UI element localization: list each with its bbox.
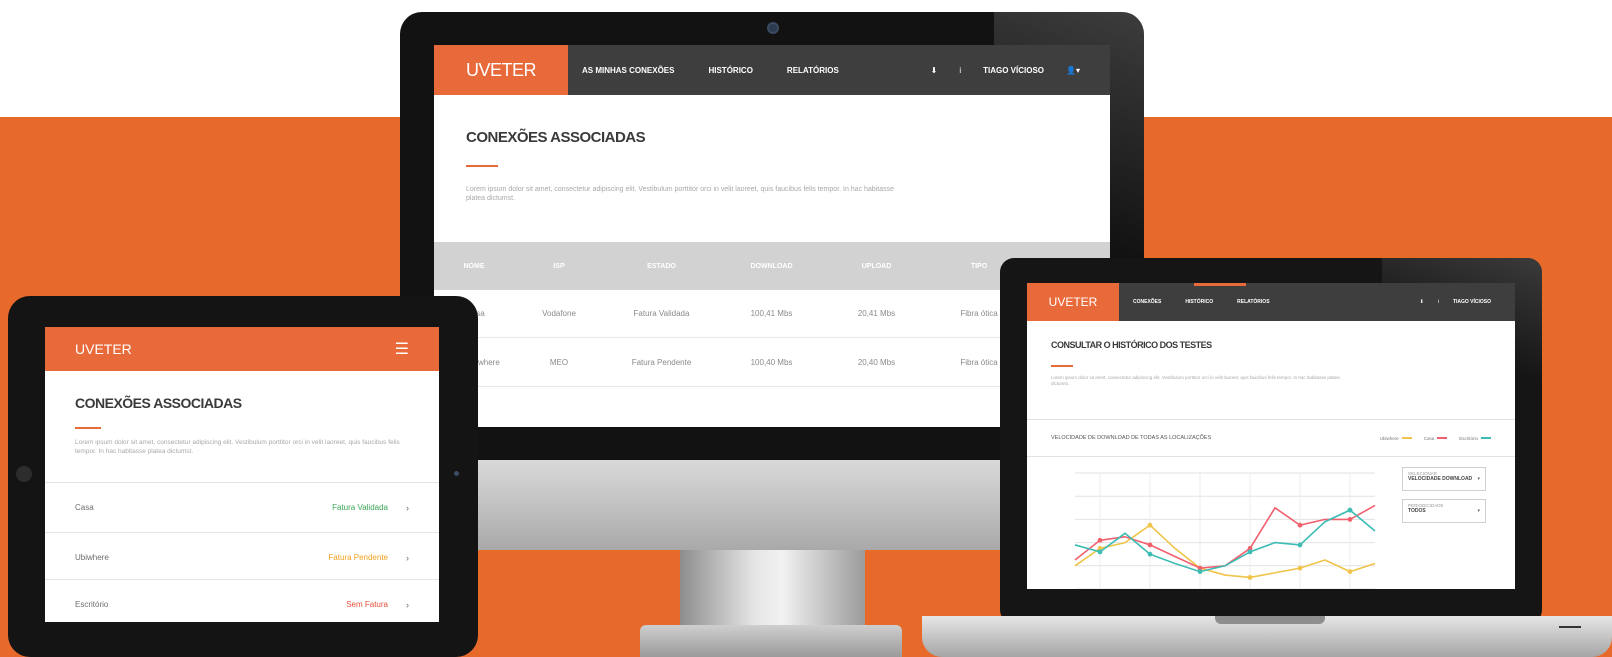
data-point [1147, 551, 1153, 557]
column-header-status[interactable]: ESTADO [604, 263, 719, 270]
column-header-isp[interactable]: ISP [514, 263, 604, 270]
chevron-down-icon: ▾ [1477, 508, 1480, 514]
list-item-status: Sem Fatura [346, 600, 388, 609]
legend-item: Casa [1424, 436, 1448, 441]
laptop-screen: UVETER CONEXÕES HISTÓRICO RELATÓRIOS ⬇ i… [1027, 283, 1515, 589]
menu-item-reports[interactable]: RELATÓRIOS [1237, 299, 1269, 305]
webcam-icon [767, 22, 779, 34]
info-icon[interactable]: i [959, 66, 961, 75]
cell-upload: 20,41 Mbs [857, 309, 896, 318]
title-accent-line [466, 165, 498, 167]
stage: UVETER AS MINHAS CONEXÕES HISTÓRICO RELA… [0, 0, 1612, 657]
list-item-name: Escritório [75, 600, 109, 609]
data-point [1247, 549, 1253, 555]
column-header-upload[interactable]: UPLOAD [824, 263, 929, 270]
column-header-name[interactable]: NOME [434, 263, 514, 270]
page-description: Lorem ipsum dolor sit amet, consectetur … [466, 186, 894, 203]
menu-item-history[interactable]: HISTÓRICO [708, 66, 752, 75]
list-item-status: Fatura Pendente [328, 553, 388, 562]
menu-item-connections[interactable]: CONEXÕES [1133, 299, 1161, 305]
menu-item-history[interactable]: HISTÓRICO [1185, 299, 1213, 305]
data-point [1197, 569, 1203, 574]
info-icon[interactable]: i [1438, 299, 1439, 305]
chevron-right-icon: › [406, 552, 409, 563]
list-item[interactable]: Casa Fatura Validada › [45, 482, 439, 532]
data-point [1347, 569, 1353, 574]
tablet-camera [454, 471, 459, 476]
data-point [1297, 522, 1303, 528]
data-point [1147, 542, 1153, 548]
list-item[interactable]: Ubiwhere Fatura Pendente › [45, 532, 439, 582]
list-item-name: Ubiwhere [75, 553, 109, 562]
laptop-logo[interactable]: UVETER [1027, 283, 1119, 321]
legend-item: Ubiwhere [1380, 436, 1412, 441]
cell-isp: MEO [549, 358, 569, 367]
desktop-nav-right: ⬇ i TIAGO VÍCIOSO 👤▾ [931, 66, 1110, 75]
laptop-page-title: CONSULTAR O HISTÓRICO DOS TESTES [1051, 340, 1212, 350]
download-icon[interactable]: ⬇ [1420, 299, 1424, 305]
tablet-home-button [16, 466, 32, 482]
laptop-page-description: Lorem ipsum dolor sit amet, consectetur … [1051, 375, 1340, 387]
tablet-logo[interactable]: UVETER [75, 341, 132, 357]
download-speed-chart [1074, 472, 1376, 589]
series-line-0 [1074, 524, 1376, 579]
menu-item-reports[interactable]: RELATÓRIOS [787, 66, 839, 75]
column-header-download[interactable]: DOWNLOAD [719, 263, 824, 270]
data-point [1247, 575, 1253, 580]
cell-isp: Vodafone [542, 309, 576, 318]
active-tab-indicator [1194, 283, 1246, 286]
data-point [1097, 537, 1103, 543]
chevron-down-icon: ▾ [1477, 476, 1480, 482]
hamburger-menu-icon[interactable]: ☰ [395, 339, 409, 359]
download-icon[interactable]: ⬇ [931, 66, 938, 75]
legend-item: Escritório [1459, 436, 1491, 441]
data-point [1097, 549, 1103, 555]
data-point [1297, 565, 1303, 571]
chart-header: VELOCIDADE DE DOWNLOAD DE TODAS AS LOCAL… [1027, 419, 1515, 457]
chart-legend: Ubiwhere Casa Escritório [1380, 436, 1491, 441]
data-point [1347, 517, 1353, 522]
chevron-right-icon: › [406, 502, 409, 513]
data-point [1297, 542, 1303, 548]
metric-select[interactable]: SELECIONAR VELOCIDADE DOWNLOAD ▾ [1402, 467, 1486, 491]
cell-status: Fatura Validada [633, 309, 690, 318]
desktop-menu: AS MINHAS CONEXÕES HISTÓRICO RELATÓRIOS [582, 66, 839, 75]
desktop-monitor-base [640, 625, 902, 657]
laptop-notch [1215, 616, 1325, 624]
page-title: CONEXÕES ASSOCIADAS [466, 129, 646, 146]
period-select[interactable]: PERIODICIDADE TODOS ▾ [1402, 499, 1486, 523]
data-point [1347, 507, 1353, 513]
cell-download: 100,40 Mbs [750, 358, 793, 367]
list-item-status: Fatura Validada [332, 503, 388, 512]
list-item-name: Casa [75, 503, 94, 512]
chevron-right-icon: › [406, 599, 409, 610]
laptop-menu: CONEXÕES HISTÓRICO RELATÓRIOS [1133, 299, 1270, 305]
chart-title: VELOCIDADE DE DOWNLOAD DE TODAS AS LOCAL… [1051, 435, 1212, 441]
tablet-navbar: UVETER ☰ [45, 327, 439, 371]
list-item[interactable]: Escritório Sem Fatura › [45, 579, 439, 622]
user-icon[interactable]: 👤▾ [1066, 66, 1080, 75]
menu-item-connections[interactable]: AS MINHAS CONEXÕES [582, 66, 674, 75]
data-point [1147, 522, 1153, 528]
desktop-navbar: UVETER AS MINHAS CONEXÕES HISTÓRICO RELA… [434, 45, 1110, 95]
title-accent-line [1051, 365, 1073, 367]
title-accent-line [75, 427, 101, 429]
cell-download: 100,41 Mbs [750, 309, 793, 318]
cell-status: Fatura Pendente [631, 358, 692, 367]
user-name[interactable]: TIAGO VÍCIOSO [1453, 299, 1491, 305]
desktop-monitor-stand [680, 550, 865, 630]
user-name[interactable]: TIAGO VÍCIOSO [983, 66, 1044, 75]
tablet-page-description: Lorem ipsum dolor sit amet, consectetur … [75, 439, 400, 455]
cell-upload: 20,40 Mbs [857, 358, 896, 367]
laptop-nav-right: ⬇ i TIAGO VÍCIOSO [1420, 299, 1515, 305]
tablet-page-title: CONEXÕES ASSOCIADAS [75, 395, 242, 411]
desktop-logo[interactable]: UVETER [434, 45, 568, 95]
laptop-indicator [1559, 626, 1581, 628]
laptop-navbar: UVETER CONEXÕES HISTÓRICO RELATÓRIOS ⬇ i… [1027, 283, 1515, 321]
tablet-screen: UVETER ☰ CONEXÕES ASSOCIADAS Lorem ipsum… [45, 327, 439, 622]
